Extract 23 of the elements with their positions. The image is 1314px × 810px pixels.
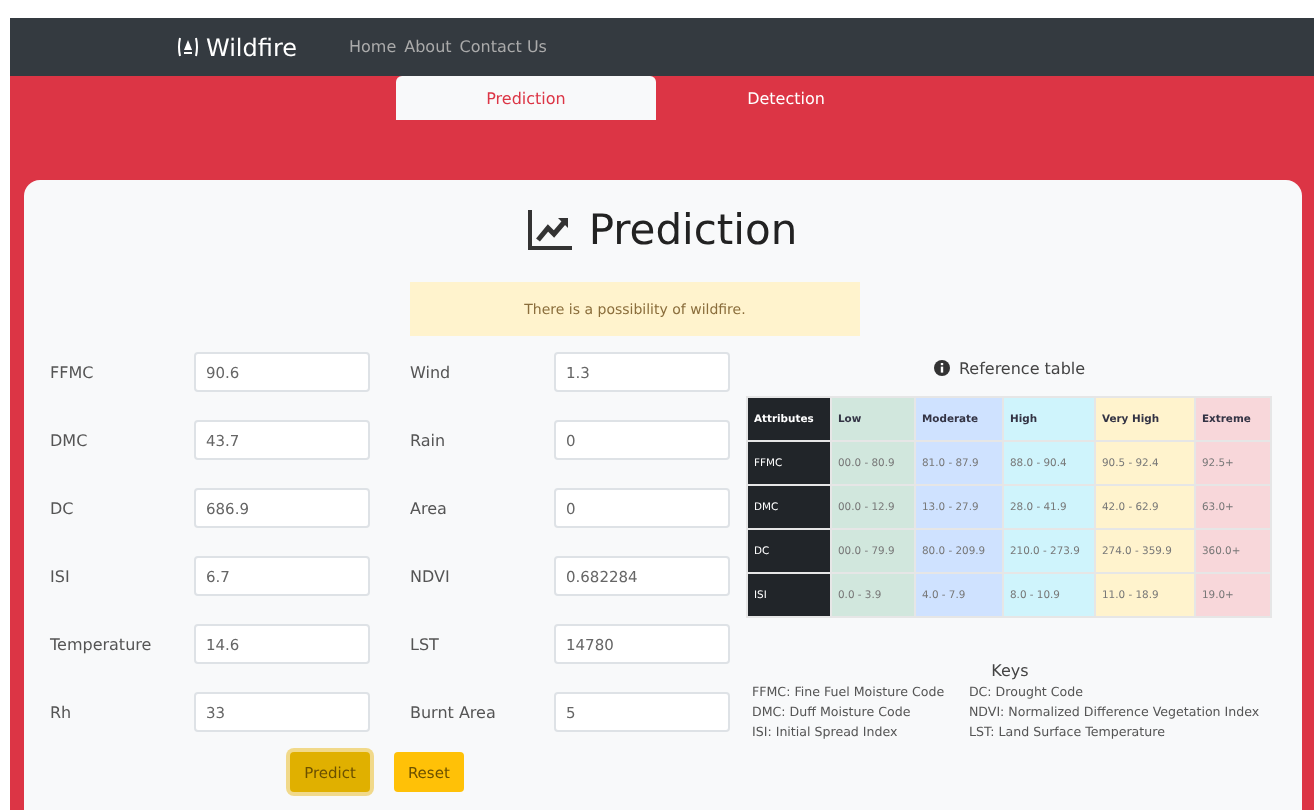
nav-link[interactable]: Home	[349, 38, 397, 56]
field-label: ISI	[50, 567, 72, 585]
table-title: Reference table	[958, 359, 1086, 377]
tab[interactable]: Prediction	[396, 76, 656, 120]
page-title: Prediction	[588, 206, 798, 254]
line-chart-icon	[528, 210, 573, 250]
field-label: FFMC	[50, 363, 96, 381]
nav-link[interactable]: About	[404, 38, 452, 56]
brand[interactable]: Wildfire	[178, 33, 297, 61]
field-label: Rh	[50, 703, 74, 721]
field-label: NDVI	[410, 567, 452, 585]
info-icon	[934, 360, 951, 376]
field-label: DC	[50, 499, 76, 517]
field-label: Temperature	[50, 635, 154, 653]
tab[interactable]: Detection	[656, 76, 916, 120]
keys-title: Keys	[989, 662, 1031, 680]
field-label: DMC	[50, 431, 90, 449]
field-label: Area	[410, 499, 449, 517]
nav-link[interactable]: Contact Us	[459, 38, 547, 56]
field-label: LST	[410, 635, 441, 653]
field-label: Burnt Area	[410, 703, 498, 721]
field-label: Rain	[410, 431, 448, 449]
field-label: Wind	[410, 363, 453, 381]
